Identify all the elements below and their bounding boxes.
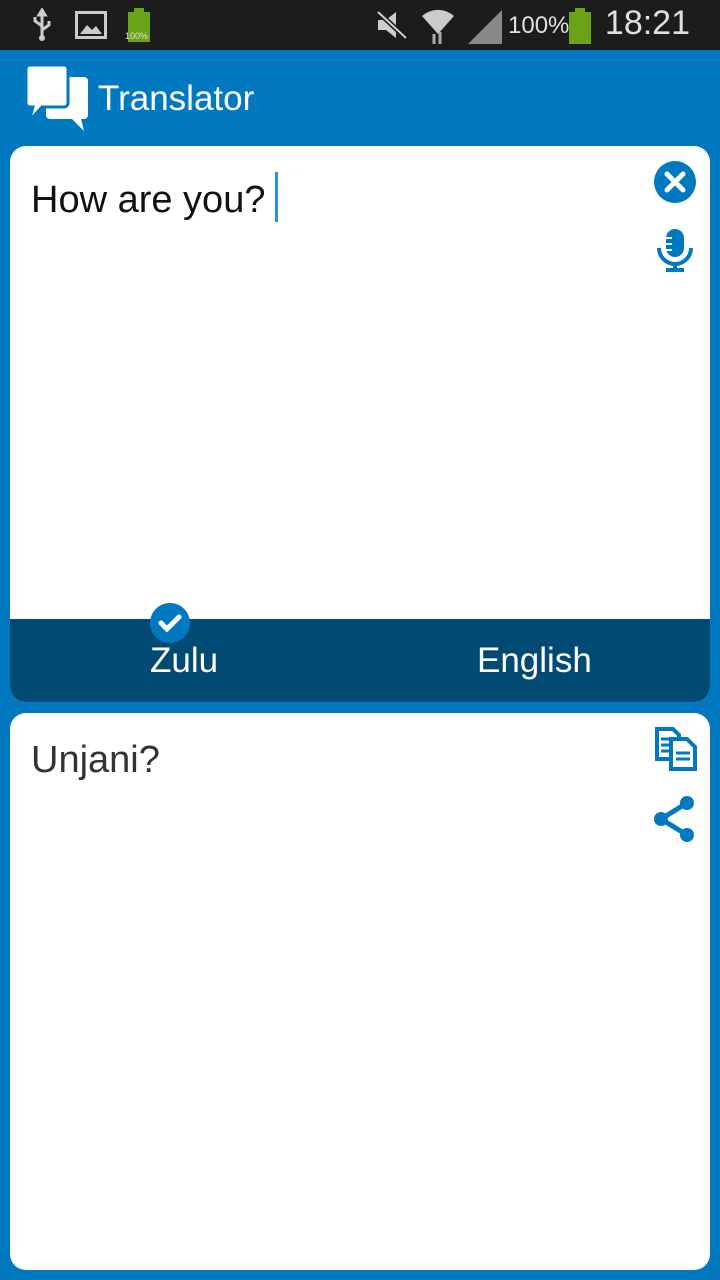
battery-full-icon bbox=[569, 8, 591, 44]
app-bar: Translator bbox=[0, 50, 720, 146]
share-icon[interactable] bbox=[651, 795, 699, 843]
signal-icon bbox=[468, 10, 502, 44]
chat-bubbles-icon bbox=[26, 65, 88, 131]
source-text: How are you? bbox=[31, 179, 266, 221]
clock: 18:21 bbox=[604, 4, 690, 42]
close-circle-icon[interactable] bbox=[651, 158, 699, 206]
output-card: Unjani? bbox=[10, 713, 710, 1270]
battery-percent: 100% bbox=[508, 12, 570, 39]
input-card: How are you? Zulu English bbox=[10, 146, 710, 702]
app-title: Translator bbox=[98, 79, 255, 118]
mute-icon bbox=[376, 10, 408, 40]
source-language-button[interactable]: Zulu bbox=[150, 641, 218, 681]
checkmark-icon bbox=[150, 603, 190, 643]
source-text-input[interactable]: How are you? bbox=[31, 172, 279, 222]
text-cursor bbox=[275, 172, 279, 222]
wifi-icon bbox=[422, 9, 454, 44]
microphone-icon[interactable] bbox=[651, 226, 699, 274]
status-bar: 100% 100% 18:21 bbox=[0, 0, 720, 50]
language-bar: Zulu English bbox=[10, 603, 710, 702]
target-language-button[interactable]: English bbox=[477, 641, 592, 681]
copy-icon[interactable] bbox=[651, 725, 699, 773]
image-icon bbox=[75, 11, 107, 39]
translated-text: Unjani? bbox=[31, 739, 160, 781]
usb-icon bbox=[33, 8, 51, 41]
battery-small-label: 100% bbox=[125, 31, 149, 41]
